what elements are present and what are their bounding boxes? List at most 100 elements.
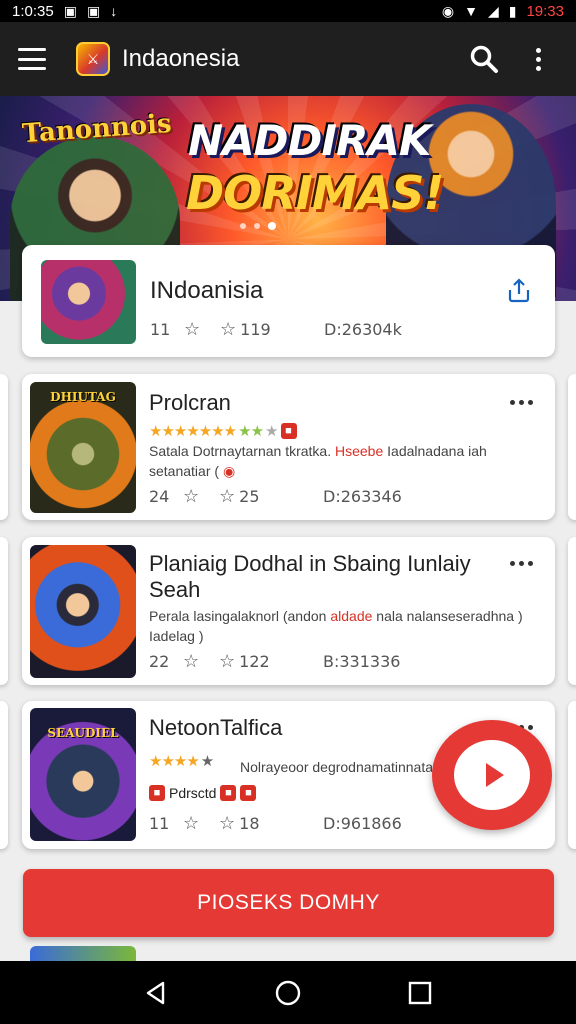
- sub-label-row: ■ Pdrsctd ■ ■: [149, 783, 257, 803]
- sub-label: Pdrsctd: [169, 785, 217, 801]
- tag-icon: ■: [220, 785, 237, 801]
- side-peek-left: [0, 701, 8, 849]
- status-time: 1:0:35: [12, 2, 54, 20]
- rating-badge-icon: ■: [280, 423, 297, 439]
- stat-count: 11: [149, 814, 170, 833]
- desc-highlight: Hseebe: [335, 443, 384, 459]
- battery-icon: ▮: [508, 2, 517, 19]
- next-card-peek: [30, 946, 136, 961]
- star-icon: ☆: [219, 813, 236, 834]
- game-title: Prolcran: [149, 390, 231, 415]
- favorite-icon[interactable]: ☆: [183, 486, 219, 507]
- primary-cta-button[interactable]: PIOSEKS DOMHY: [23, 869, 554, 937]
- rating-count: 122: [239, 652, 270, 671]
- rating-stat: ☆ 25: [219, 486, 323, 507]
- rating-count: 25: [239, 487, 260, 506]
- stat-count: 11: [150, 320, 171, 339]
- app-bar: ⚔ Indaonesia: [0, 22, 576, 96]
- status-bar: 1:0:35 ▣ ▣ ↓ ◉ ▼ ◢ ▮ 19:33: [0, 0, 576, 22]
- status-right: ◉ ▼ ◢ ▮ 19:33: [442, 3, 564, 20]
- game-thumbnail: SEAUDIEL: [30, 708, 136, 841]
- home-icon[interactable]: [268, 973, 308, 1013]
- banner-title-line1: NADDIRAK: [188, 116, 431, 165]
- star-rating: ★★★★★★★ ★★ ★ ■: [149, 422, 297, 440]
- thumbnail-label: SEAUDIEL: [47, 726, 119, 740]
- rating-star-grey: ★: [200, 753, 215, 770]
- status-right-time: 19:33: [526, 2, 564, 20]
- download-count: B:331336: [323, 652, 401, 671]
- banner-title-line2: DORIMAS!: [186, 166, 444, 220]
- side-peek-right: [568, 701, 576, 849]
- rating-stat: ☆ 119: [220, 319, 324, 340]
- carousel-dot[interactable]: [254, 223, 260, 229]
- app-title: Indaonesia: [122, 45, 240, 72]
- tag-icon: ■: [240, 785, 257, 801]
- game-thumbnail: [30, 545, 136, 678]
- carousel-dot-active[interactable]: [268, 222, 276, 230]
- tag-icon: ■: [149, 785, 165, 801]
- side-peek-right: [568, 374, 576, 520]
- rating-count: 18: [239, 814, 260, 833]
- play-button[interactable]: [432, 720, 552, 830]
- game-title: NetoonTalfica: [149, 715, 283, 740]
- carousel-dot[interactable]: [240, 223, 246, 229]
- game-card[interactable]: Planiaig Dodhal in Sbaing Iunlaiy Seah P…: [22, 537, 555, 685]
- signal-icon: ◢: [487, 2, 499, 19]
- featured-title: INdoanisia: [150, 277, 264, 304]
- desc-highlight: aldade: [330, 608, 373, 624]
- favorite-icon[interactable]: ☆: [184, 319, 220, 340]
- more-options-icon[interactable]: [510, 561, 533, 566]
- menu-icon[interactable]: [18, 48, 46, 70]
- stat-count: 24: [149, 487, 170, 506]
- star-rating: ★★★★ ★: [149, 752, 214, 770]
- download-count: D:961866: [323, 814, 402, 833]
- game-stats: 22 ☆ ☆ 122 B:331336: [149, 651, 400, 672]
- rating-stars-filled: ★★★★: [149, 753, 200, 770]
- rating-stars-filled: ★★★★★★★: [149, 423, 237, 440]
- carousel-indicator[interactable]: [240, 222, 276, 230]
- side-peek-left: [0, 374, 8, 520]
- rating-stat: ☆ 18: [219, 813, 323, 834]
- share-icon[interactable]: [505, 277, 533, 305]
- star-icon: ☆: [220, 319, 237, 340]
- notification-icon: ▣: [63, 2, 77, 19]
- game-thumbnail: DHIUTAG: [30, 382, 136, 513]
- game-stats: 11 ☆ ☆ 18 D:961866: [149, 813, 402, 834]
- desc-text: Satala Dotrnaytarnan tkratka.: [149, 443, 335, 459]
- thumbnail-label: DHIUTAG: [50, 390, 116, 404]
- desc-icon: ◉: [222, 463, 236, 479]
- featured-stats: 11 ☆ ☆ 119 D:26304k: [150, 319, 402, 340]
- alarm-icon: ◉: [441, 2, 455, 19]
- star-icon: ☆: [219, 486, 236, 507]
- favorite-icon[interactable]: ☆: [183, 651, 219, 672]
- rating-count: 119: [240, 320, 271, 339]
- more-options-icon[interactable]: [510, 400, 533, 405]
- play-icon: [454, 740, 530, 810]
- featured-card[interactable]: INdoanisia 11 ☆ ☆ 119 D:26304k: [22, 245, 555, 357]
- game-description: Satala Dotrnaytarnan tkratka. Hseebe Iad…: [149, 441, 509, 481]
- status-left: 1:0:35 ▣ ▣ ↓: [12, 3, 117, 20]
- game-card[interactable]: DHIUTAG Prolcran ★★★★★★★ ★★ ★ ■ Satala D…: [22, 374, 555, 520]
- overflow-menu-icon[interactable]: [518, 39, 558, 79]
- rating-stat: ☆ 122: [219, 651, 323, 672]
- rating-stars-empty: ★★: [238, 423, 264, 440]
- featured-thumbnail: [41, 260, 136, 344]
- side-peek-right: [568, 537, 576, 685]
- side-peek-left: [0, 537, 8, 685]
- back-icon[interactable]: [136, 973, 176, 1013]
- favorite-icon[interactable]: ☆: [183, 813, 219, 834]
- rating-star-grey: ★: [265, 423, 279, 440]
- recents-icon[interactable]: [400, 973, 440, 1013]
- download-count: D:263346: [323, 487, 402, 506]
- wifi-icon: ▼: [464, 3, 478, 19]
- app-logo-icon: ⚔: [76, 42, 110, 76]
- download-icon: ↓: [110, 3, 118, 19]
- notification-icon-2: ▣: [86, 2, 101, 19]
- desc-text: Perala lasingalaknorl (andon: [149, 608, 331, 624]
- system-navigation-bar: [0, 961, 576, 1024]
- game-stats: 24 ☆ ☆ 25 D:263346: [149, 486, 402, 507]
- download-count: D:26304k: [324, 320, 402, 339]
- desc-text: Nolrayeoor degrodnamatinnataniar: [240, 759, 457, 775]
- stat-count: 22: [149, 652, 170, 671]
- search-icon[interactable]: [464, 39, 504, 79]
